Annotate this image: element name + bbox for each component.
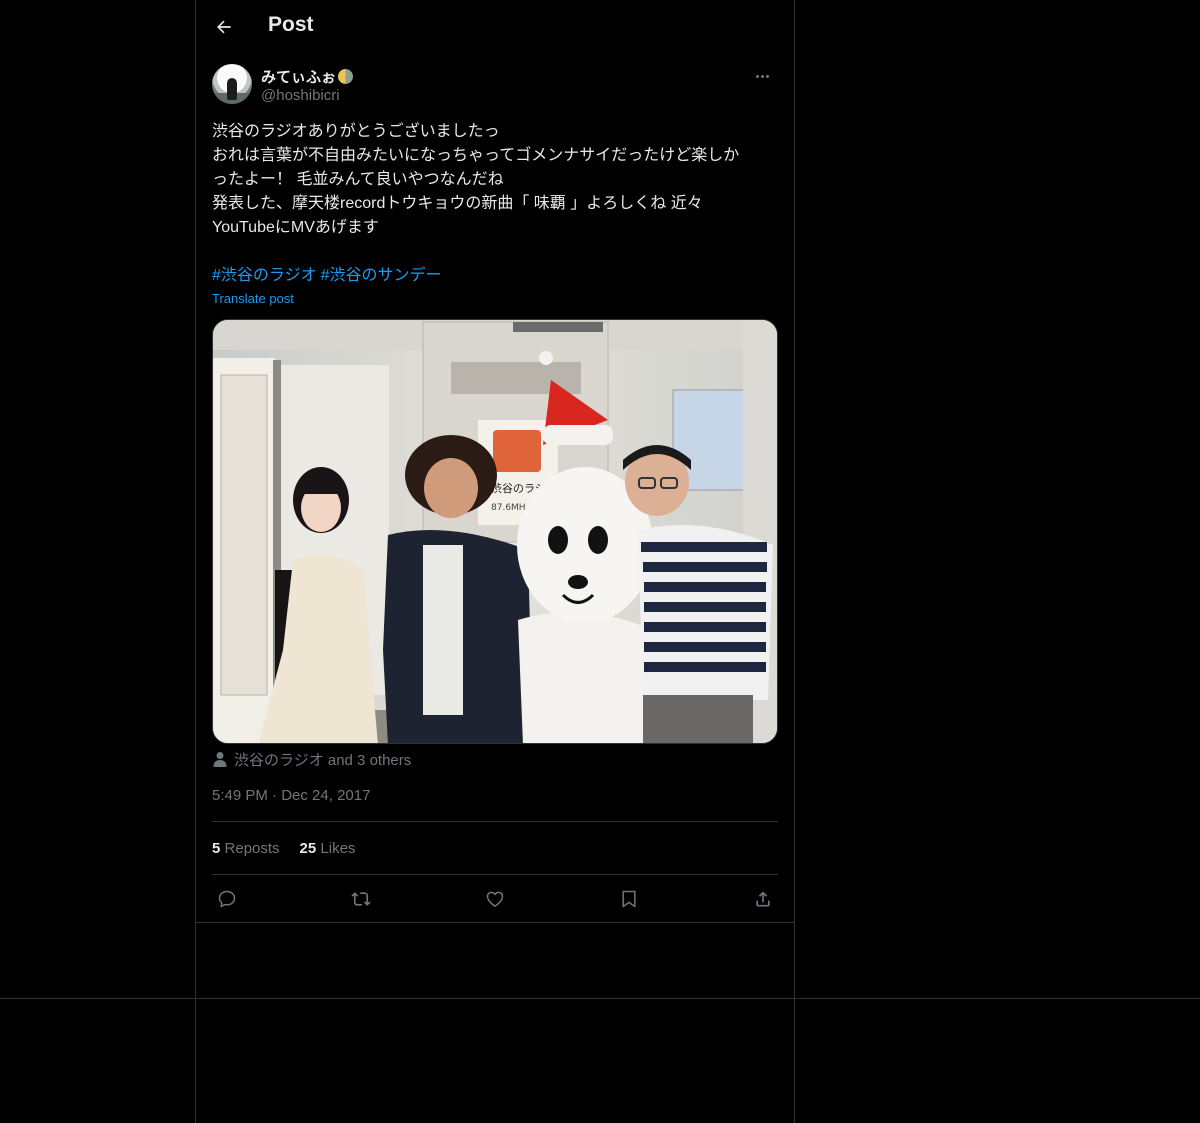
divider	[212, 821, 778, 822]
bookmark-button[interactable]	[616, 886, 642, 912]
more-dot-icon	[760, 74, 764, 78]
post-header: Post	[196, 0, 794, 54]
divider	[196, 922, 794, 923]
author-handle[interactable]: @hoshibicri	[261, 87, 340, 104]
post-text-line: YouTubeにMVあげます	[212, 219, 379, 236]
more-dot-icon	[765, 74, 769, 78]
more-dot-icon	[755, 74, 759, 78]
author-display-name[interactable]: みてぃふぉ	[261, 66, 354, 87]
avatar-figure	[227, 78, 237, 100]
tagged-users-text: 渋谷のラジオ and 3 others	[234, 751, 412, 769]
photo-scene: 渋谷のラジオ 87.6MHz FM	[213, 320, 777, 743]
photo-door	[220, 374, 268, 696]
like-icon	[486, 891, 504, 907]
post-actions	[212, 884, 778, 914]
page-title: Post	[268, 13, 314, 36]
hashtag-link[interactable]: #渋谷のサンデー	[321, 267, 442, 284]
share-button[interactable]	[750, 886, 776, 912]
arrow-left-icon	[217, 20, 231, 34]
likes-stat[interactable]: 25 Likes	[300, 840, 356, 857]
more-options-button[interactable]	[746, 64, 778, 88]
bookmark-icon	[622, 890, 636, 908]
post-timestamp[interactable]: 5:49 PM · Dec 24, 2017	[212, 787, 370, 804]
person-icon	[213, 752, 227, 767]
reply-button[interactable]	[214, 886, 240, 912]
repost-icon	[351, 892, 371, 906]
reply-icon	[218, 890, 236, 908]
display-name-text: みてぃふぉ	[261, 69, 337, 86]
timestamp-separator: ·	[272, 787, 278, 804]
page: Post みてぃふぉ @hoshibicri 渋谷のラジオありがとうございました…	[0, 0, 1200, 1123]
post-text-line: おれは言葉が不自由みたいになっちゃってゴメンナサイだったけど楽しか	[212, 147, 740, 164]
reposts-stat[interactable]: 5 Reposts	[212, 840, 280, 857]
translate-post-link[interactable]: Translate post	[212, 291, 294, 306]
photo-poster-dog	[493, 430, 541, 472]
share-icon	[756, 891, 770, 907]
post-photo[interactable]: 渋谷のラジオ 87.6MHz FM	[212, 319, 778, 744]
main-column: Post みてぃふぉ @hoshibicri 渋谷のラジオありがとうございました…	[195, 0, 795, 1123]
photo-rack-slot	[513, 322, 603, 332]
half-moon-emoji-icon	[338, 69, 354, 84]
likes-count: 25	[299, 840, 317, 857]
repost-button[interactable]	[348, 886, 374, 912]
back-button[interactable]	[208, 11, 240, 43]
tagged-users[interactable]: 渋谷のラジオ and 3 others	[212, 750, 412, 769]
hashtag-link[interactable]: #渋谷のラジオ	[212, 267, 317, 284]
likes-label: Likes	[320, 840, 356, 857]
divider	[212, 874, 778, 875]
post-time: 5:49 PM	[212, 787, 268, 804]
reposts-label: Reposts	[224, 840, 280, 857]
hashtags: #渋谷のラジオ #渋谷のサンデー	[212, 264, 446, 288]
avatar[interactable]	[212, 64, 252, 104]
post-author: みてぃふぉ @hoshibicri	[212, 64, 778, 108]
post-text-line: 発表した、摩天楼recordトウキョウの新曲「 味覇 」よろしくね 近々	[212, 195, 703, 212]
post-text: 渋谷のラジオありがとうございましたっ おれは言葉が不自由みたいになっちゃってゴメ…	[212, 120, 778, 240]
post-date: Dec 24, 2017	[281, 787, 371, 804]
post-text-line: 渋谷のラジオありがとうございましたっ	[212, 123, 500, 140]
reposts-count: 5	[212, 840, 221, 857]
post-text-line: ったよー！ 毛並みんて良いやつなんだね	[212, 171, 504, 188]
like-button[interactable]	[482, 886, 508, 912]
post-stats: 5 Reposts 25 Likes	[212, 840, 355, 857]
